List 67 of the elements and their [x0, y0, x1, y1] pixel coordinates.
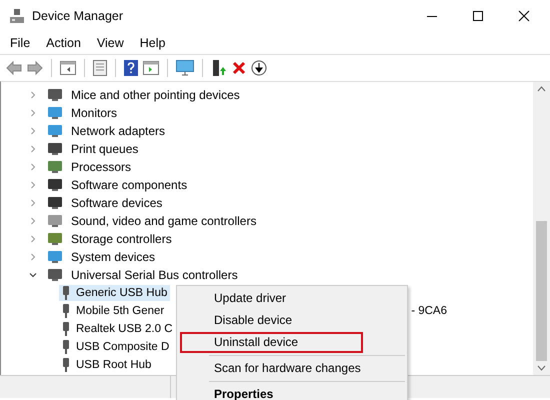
expand-chevron-icon[interactable] [29, 235, 37, 243]
device-category-icon [47, 196, 63, 210]
tree-item[interactable]: USB Root Hub [59, 357, 154, 373]
add-driver-icon[interactable] [211, 59, 227, 77]
tree-item[interactable]: Network adapters [71, 124, 166, 138]
menu-item[interactable]: File [10, 36, 30, 50]
window-pane-icon[interactable] [60, 61, 76, 75]
tree-item[interactable]: Mice and other pointing devices [71, 88, 240, 102]
monitor-icon[interactable] [176, 60, 194, 76]
usb-plug-icon [62, 340, 70, 354]
tree-item[interactable]: Software devices [71, 196, 162, 210]
device-category-icon [47, 214, 63, 228]
back-arrow-icon[interactable] [6, 61, 22, 75]
tree-item[interactable]: Software components [71, 178, 188, 192]
scrollbar-thumb[interactable] [536, 221, 547, 361]
device-category-icon [47, 178, 63, 192]
tree-item[interactable]: Monitors [71, 106, 118, 120]
maximize-icon[interactable] [472, 10, 484, 22]
context-menu-item[interactable]: Update driver [181, 289, 362, 308]
tree-item[interactable]: Realtek USB 2.0 C [59, 321, 176, 337]
menu-item[interactable]: Action [46, 36, 81, 50]
expand-chevron-icon[interactable] [29, 91, 37, 99]
close-icon[interactable] [518, 10, 530, 22]
tree-item[interactable]: Storage controllers [71, 232, 172, 246]
tree-item[interactable]: USB Composite D [59, 339, 172, 355]
collapse-chevron-icon[interactable] [29, 271, 37, 279]
device-category-icon [47, 142, 63, 156]
tree-item[interactable]: Generic USB Hub [59, 285, 170, 301]
page-icon[interactable] [93, 60, 107, 76]
context-menu-item[interactable]: Disable device [181, 311, 362, 330]
usb-plug-icon [62, 358, 70, 372]
device-category-icon [47, 232, 63, 246]
tree-item-text: - 9CA6 [411, 305, 447, 317]
tree-item[interactable]: Mobile 5th Gener [59, 303, 168, 319]
usb-plug-icon [62, 286, 70, 300]
menu-item[interactable]: Help [140, 36, 166, 50]
context-menu-item[interactable]: Uninstall device [181, 333, 362, 352]
expand-chevron-icon[interactable] [29, 181, 37, 189]
tree-item[interactable]: System devices [71, 250, 156, 264]
device-category-icon [47, 124, 63, 138]
help-icon[interactable] [124, 60, 138, 76]
expand-chevron-icon[interactable] [29, 109, 37, 117]
device-category-icon [47, 268, 63, 282]
device-category-icon [47, 88, 63, 102]
device-manager-icon [9, 8, 25, 24]
expand-chevron-icon[interactable] [29, 199, 37, 207]
expand-chevron-icon[interactable] [29, 217, 37, 225]
context-menu-item[interactable]: Scan for hardware changes [181, 359, 362, 378]
menu-item[interactable]: View [96, 36, 124, 50]
delete-icon[interactable] [232, 61, 246, 75]
tree-item[interactable]: Processors [71, 160, 132, 174]
tree-item[interactable]: Sound, video and game controllers [71, 214, 256, 228]
forward-arrow-icon[interactable] [27, 61, 43, 75]
device-category-icon [47, 160, 63, 174]
usb-plug-icon [62, 322, 70, 336]
window-title: Device Manager [32, 9, 124, 23]
expand-chevron-icon[interactable] [29, 163, 37, 171]
expand-chevron-icon[interactable] [29, 145, 37, 153]
usb-plug-icon [62, 304, 70, 318]
device-category-icon [47, 106, 63, 120]
download-icon[interactable] [251, 60, 267, 76]
expand-chevron-icon[interactable] [29, 253, 37, 261]
expand-chevron-icon[interactable] [29, 127, 37, 135]
window-pane-icon[interactable] [143, 61, 159, 75]
device-category-icon [47, 250, 63, 264]
tree-item[interactable]: Universal Serial Bus controllers [71, 268, 238, 282]
tree-item[interactable]: Print queues [71, 142, 138, 156]
